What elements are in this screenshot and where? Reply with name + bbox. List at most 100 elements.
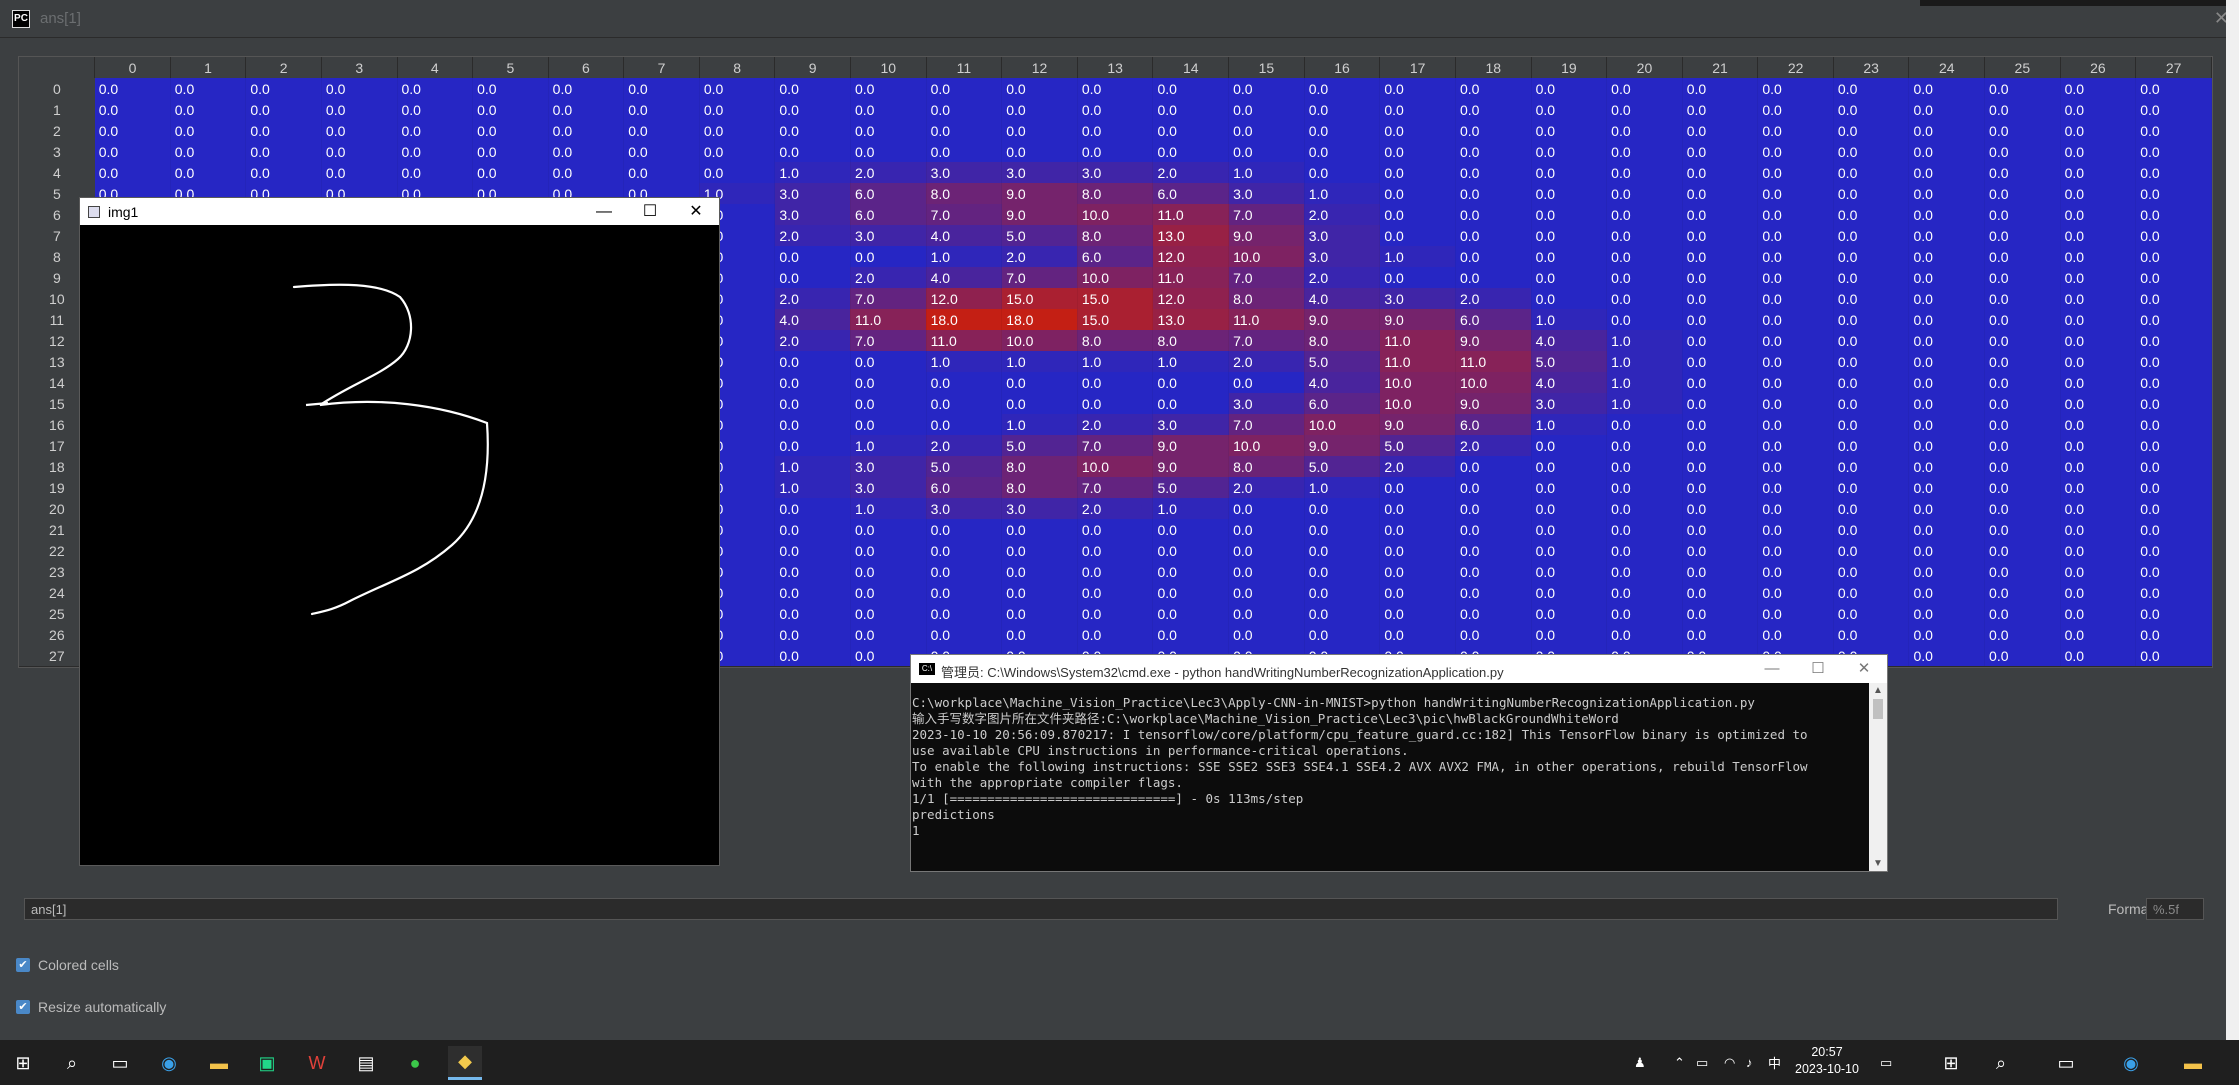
array-cell[interactable]: 0.0 [1379, 582, 1456, 603]
array-cell[interactable]: 0.0 [850, 372, 927, 393]
array-cell[interactable]: 0.0 [1833, 288, 1910, 309]
array-cell[interactable]: 0.0 [1682, 561, 1759, 582]
format-input[interactable]: %.5f [2146, 898, 2204, 920]
array-cell[interactable]: 10.0 [1077, 456, 1154, 477]
array-cell[interactable]: 0.0 [1908, 225, 1986, 246]
array-cell[interactable]: 0.0 [1833, 519, 1910, 540]
array-cell[interactable]: 0.0 [774, 624, 851, 645]
array-cell[interactable]: 0.0 [397, 78, 474, 99]
array-cell[interactable]: 0.0 [1984, 498, 2061, 519]
array-cell[interactable]: 10.0 [1455, 372, 1532, 393]
array-cell[interactable]: 0.0 [2135, 351, 2212, 372]
array-cell[interactable]: 0.0 [1531, 246, 1608, 267]
array-cell[interactable]: 0.0 [2135, 582, 2212, 603]
array-cell[interactable]: 0.0 [1152, 561, 1230, 582]
column-header[interactable]: 16 [1304, 57, 1381, 78]
array-cell[interactable]: 0.0 [170, 78, 247, 99]
array-cell[interactable]: 0.0 [1001, 519, 1078, 540]
file-explorer-icon[interactable]: ▬ [202, 1046, 236, 1080]
array-cell[interactable]: 0.0 [926, 120, 1003, 141]
array-cell[interactable]: 0.0 [2060, 624, 2137, 645]
array-cell[interactable]: 0.0 [1455, 204, 1532, 225]
array-cell[interactable]: 0.0 [1152, 603, 1230, 624]
array-cell[interactable]: 0.0 [1757, 540, 1834, 561]
array-cell[interactable]: 0.0 [1984, 267, 2061, 288]
array-cell[interactable]: 0.0 [1077, 540, 1154, 561]
array-cell[interactable]: 0.0 [472, 120, 549, 141]
array-cell[interactable]: 0.0 [1757, 498, 1834, 519]
array-cell[interactable]: 0.0 [1833, 183, 1910, 204]
array-cell[interactable]: 0.0 [1606, 288, 1683, 309]
array-cell[interactable]: 0.0 [1379, 561, 1456, 582]
array-cell[interactable]: 1.0 [850, 435, 927, 456]
array-cell[interactable]: 11.0 [850, 309, 927, 330]
array-cell[interactable]: 0.0 [1304, 120, 1381, 141]
array-cell[interactable]: 0.0 [1077, 393, 1154, 414]
array-cell[interactable]: 0.0 [1606, 624, 1683, 645]
array-cell[interactable]: 0.0 [2060, 645, 2137, 666]
array-cell[interactable]: 0.0 [1531, 120, 1608, 141]
array-cell[interactable]: 0.0 [2135, 120, 2212, 141]
scroll-up-icon[interactable]: ▲ [1873, 685, 1883, 696]
array-cell[interactable]: 0.0 [1908, 162, 1986, 183]
array-cell[interactable]: 18.0 [926, 309, 1003, 330]
array-cell[interactable]: 4.0 [1304, 288, 1381, 309]
array-cell[interactable]: 0.0 [850, 519, 927, 540]
array-cell[interactable]: 9.0 [1455, 393, 1532, 414]
array-cell[interactable]: 0.0 [1682, 141, 1759, 162]
array-cell[interactable]: 0.0 [926, 99, 1003, 120]
array-cell[interactable]: 3.0 [926, 498, 1003, 519]
array-cell[interactable]: 0.0 [1379, 225, 1456, 246]
column-header[interactable]: 6 [548, 57, 625, 78]
array-cell[interactable]: 3.0 [1152, 414, 1230, 435]
array-cell[interactable]: 0.0 [1304, 624, 1381, 645]
array-cell[interactable]: 0.0 [1304, 498, 1381, 519]
array-cell[interactable]: 0.0 [1228, 561, 1305, 582]
array-cell[interactable]: 6.0 [1455, 309, 1532, 330]
cmd-scrollbar[interactable]: ▲ ▼ [1869, 683, 1887, 871]
array-cell[interactable]: 0.0 [1152, 372, 1230, 393]
array-cell[interactable]: 4.0 [926, 225, 1003, 246]
array-cell[interactable]: 0.0 [1455, 183, 1532, 204]
array-cell[interactable]: 0.0 [2135, 540, 2212, 561]
array-cell[interactable]: 0.0 [548, 120, 625, 141]
array-cell[interactable]: 10.0 [1077, 267, 1154, 288]
array-cell[interactable]: 0.0 [397, 162, 474, 183]
search-icon[interactable]: ⌕ [55, 1046, 89, 1080]
array-cell[interactable]: 0.0 [850, 246, 927, 267]
array-cell[interactable]: 0.0 [2135, 456, 2212, 477]
array-cell[interactable]: 0.0 [1304, 582, 1381, 603]
array-cell[interactable]: 0.0 [1833, 540, 1910, 561]
array-cell[interactable]: 0.0 [1379, 519, 1456, 540]
array-cell[interactable]: 0.0 [1757, 561, 1834, 582]
ime-indicator[interactable]: 中 [1768, 1040, 1781, 1085]
array-cell[interactable]: 0.0 [774, 561, 851, 582]
array-cell[interactable]: 2.0 [774, 288, 851, 309]
array-cell[interactable]: 0.0 [1984, 393, 2061, 414]
array-cell[interactable]: 0.0 [1228, 141, 1305, 162]
array-cell[interactable]: 0.0 [1152, 141, 1230, 162]
array-cell[interactable]: 0.0 [1757, 414, 1834, 435]
column-header[interactable]: 17 [1379, 57, 1456, 78]
array-cell[interactable]: 0.0 [1531, 498, 1608, 519]
array-cell[interactable]: 0.0 [1455, 120, 1532, 141]
array-cell[interactable]: 11.0 [1152, 204, 1230, 225]
array-cell[interactable]: 5.0 [1531, 351, 1608, 372]
array-cell[interactable]: 0.0 [1984, 351, 2061, 372]
array-cell[interactable]: 0.0 [1228, 120, 1305, 141]
array-cell[interactable]: 0.0 [397, 141, 474, 162]
array-cell[interactable]: 2.0 [1001, 246, 1078, 267]
array-cell[interactable]: 9.0 [1304, 435, 1381, 456]
column-header[interactable]: 15 [1228, 57, 1305, 78]
array-cell[interactable]: 1.0 [1606, 393, 1683, 414]
array-cell[interactable]: 9.0 [1001, 183, 1078, 204]
array-cell[interactable]: 11.0 [1379, 351, 1456, 372]
array-cell[interactable]: 0.0 [1152, 120, 1230, 141]
array-cell[interactable]: 0.0 [1379, 540, 1456, 561]
array-cell[interactable]: 0.0 [1682, 456, 1759, 477]
array-cell[interactable]: 0.0 [2060, 456, 2137, 477]
array-cell[interactable]: 0.0 [1833, 267, 1910, 288]
array-cell[interactable]: 0.0 [1531, 99, 1608, 120]
array-cell[interactable]: 1.0 [1531, 309, 1608, 330]
array-cell[interactable]: 0.0 [1984, 435, 2061, 456]
